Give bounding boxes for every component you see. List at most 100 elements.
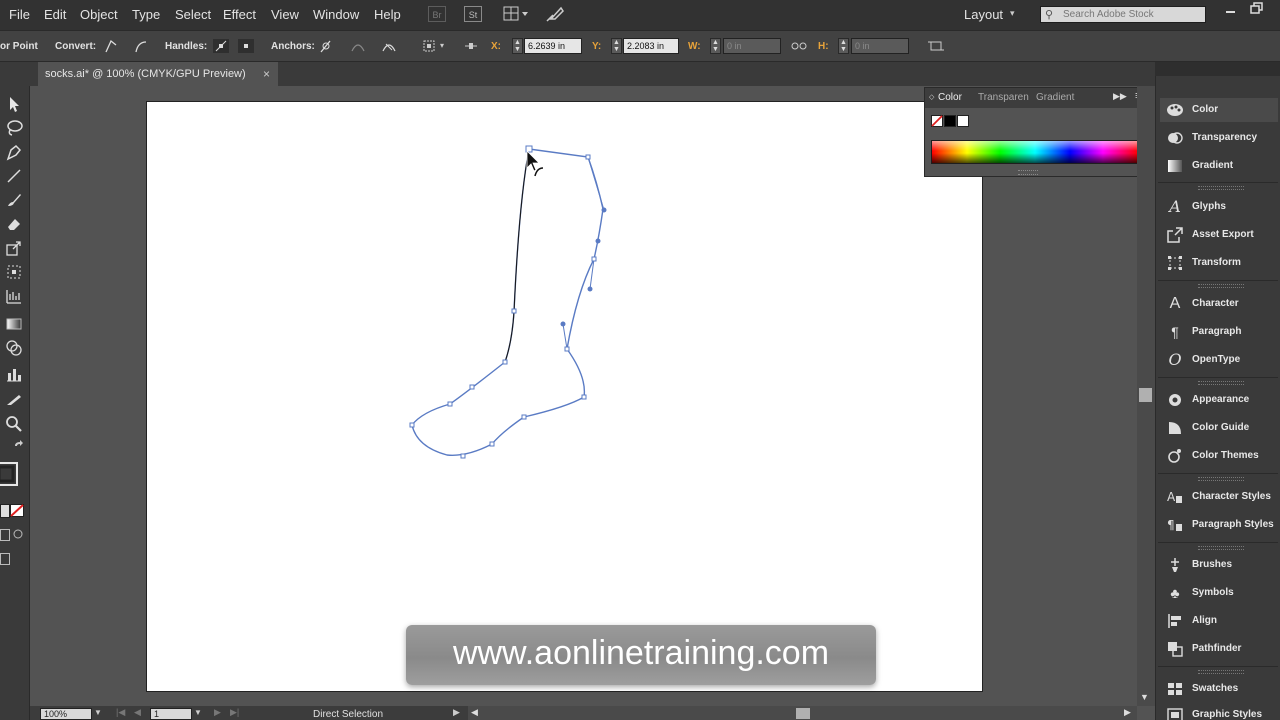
dock-item-transform[interactable]: Transform bbox=[1160, 251, 1278, 275]
paintbrush-tool-icon[interactable] bbox=[4, 190, 24, 210]
tab-color[interactable]: Color bbox=[938, 92, 962, 103]
scroll-right-arrow-icon[interactable]: ▶ bbox=[1124, 707, 1131, 718]
dock-item-opentype[interactable]: O OpenType bbox=[1160, 348, 1278, 372]
graph-perspective-tool-icon[interactable] bbox=[4, 286, 24, 306]
none-color-icon[interactable] bbox=[10, 504, 24, 517]
collapse-arrows-icon[interactable]: ◇ bbox=[929, 93, 934, 101]
menu-help[interactable]: Help bbox=[374, 7, 401, 22]
menu-select[interactable]: Select bbox=[175, 7, 211, 22]
direct-selection-tool-icon[interactable] bbox=[4, 94, 24, 114]
convert-to-corner-icon[interactable] bbox=[103, 39, 119, 53]
dock-item-character[interactable]: A Character bbox=[1160, 292, 1278, 316]
color-spectrum-bar[interactable] bbox=[931, 140, 1139, 164]
dock-item-gradient[interactable]: Gradient bbox=[1160, 154, 1278, 178]
black-swatch[interactable] bbox=[944, 115, 956, 127]
fill-stroke-swatch[interactable] bbox=[0, 462, 20, 488]
y-stepper[interactable]: ▲ ▼ bbox=[611, 38, 622, 54]
w-stepper[interactable]: ▲ ▼ bbox=[710, 38, 721, 54]
screen-mode-icon[interactable] bbox=[0, 553, 10, 565]
gpu-performance-icon[interactable] bbox=[545, 5, 565, 23]
vertical-scroll-thumb[interactable] bbox=[1139, 388, 1152, 402]
anchor-point[interactable] bbox=[564, 346, 570, 352]
dock-item-transparency[interactable]: Transparency bbox=[1160, 126, 1278, 150]
last-artboard-icon[interactable]: ▶| bbox=[230, 707, 239, 718]
dock-item-swatches[interactable]: Swatches bbox=[1160, 677, 1278, 701]
x-stepper[interactable]: ▲ ▼ bbox=[512, 38, 523, 54]
dock-item-color-guide[interactable]: Color Guide bbox=[1160, 416, 1278, 440]
artboard-chevron-down-icon[interactable]: ▼ bbox=[194, 708, 202, 717]
close-tab-icon[interactable]: × bbox=[263, 67, 270, 81]
reference-point-icon[interactable] bbox=[422, 39, 438, 53]
dock-item-color[interactable]: Color bbox=[1160, 98, 1278, 122]
dock-item-brushes[interactable]: Brushes bbox=[1160, 553, 1278, 577]
dock-item-symbols[interactable]: ♣ Symbols bbox=[1160, 581, 1278, 605]
reference-chevron-down-icon[interactable]: ▾ bbox=[440, 41, 444, 50]
anchor-point[interactable] bbox=[502, 359, 508, 365]
menu-window[interactable]: Window bbox=[313, 7, 359, 22]
show-handles-icon[interactable] bbox=[213, 39, 229, 53]
isolate-selection-icon[interactable] bbox=[928, 39, 944, 53]
constrain-proportions-icon[interactable] bbox=[791, 39, 807, 53]
x-field[interactable]: 6.2639 in bbox=[524, 38, 582, 54]
white-swatch[interactable] bbox=[957, 115, 969, 127]
hide-handles-icon[interactable] bbox=[238, 39, 254, 53]
draw-inside-icon[interactable] bbox=[11, 528, 25, 540]
anchor-point[interactable] bbox=[469, 384, 475, 390]
menu-edit[interactable]: Edit bbox=[44, 7, 66, 22]
scroll-left-arrow-icon[interactable]: ◀ bbox=[471, 707, 478, 718]
document-tab[interactable]: socks.ai* @ 100% (CMYK/GPU Preview) × bbox=[38, 62, 278, 86]
shape-builder-tool-icon[interactable] bbox=[4, 338, 24, 358]
restore-icon[interactable] bbox=[1250, 2, 1264, 16]
anchor-point[interactable] bbox=[447, 401, 453, 407]
artboard-number-field[interactable]: 1 bbox=[150, 708, 192, 720]
workspace-switcher[interactable]: Layout bbox=[964, 7, 1003, 22]
lasso-tool-icon[interactable] bbox=[4, 118, 24, 138]
dock-item-align[interactable]: Align bbox=[1160, 609, 1278, 633]
dock-item-glyphs[interactable]: A Glyphs bbox=[1160, 195, 1278, 219]
horizontal-scroll-thumb[interactable] bbox=[796, 708, 810, 719]
anchor-point[interactable] bbox=[521, 414, 527, 420]
slice-tool-icon[interactable] bbox=[4, 390, 24, 410]
dock-item-character-styles[interactable]: A Character Styles bbox=[1160, 485, 1278, 509]
sock-path-artwork[interactable] bbox=[147, 102, 984, 693]
h-stepper[interactable]: ▲ ▼ bbox=[838, 38, 849, 54]
cut-path-icon[interactable] bbox=[381, 39, 397, 53]
minimize-icon[interactable] bbox=[1224, 2, 1238, 16]
stock-icon[interactable]: St bbox=[464, 6, 482, 22]
anchor-point[interactable] bbox=[460, 453, 466, 459]
anchor-point[interactable] bbox=[409, 422, 415, 428]
status-menu-arrow-icon[interactable]: ▶ bbox=[453, 707, 460, 718]
dock-item-paragraph[interactable]: ¶ Paragraph bbox=[1160, 320, 1278, 344]
bridge-icon[interactable]: Br bbox=[428, 6, 446, 22]
anchor-point[interactable] bbox=[585, 154, 591, 160]
color-mode-icon[interactable] bbox=[0, 504, 10, 518]
first-artboard-icon[interactable]: |◀ bbox=[116, 707, 125, 718]
pen-tool-icon[interactable] bbox=[4, 142, 24, 162]
convert-to-smooth-icon[interactable] bbox=[133, 39, 149, 53]
zoom-chevron-down-icon[interactable]: ▼ bbox=[94, 708, 102, 717]
panel-resize-grip-icon[interactable] bbox=[1018, 170, 1038, 175]
arrange-documents-icon[interactable] bbox=[503, 6, 531, 22]
y-field[interactable]: 2.2083 in bbox=[623, 38, 679, 54]
column-graph-tool-icon[interactable] bbox=[4, 364, 24, 384]
anchor-point[interactable] bbox=[489, 441, 495, 447]
dock-item-paragraph-styles[interactable]: ¶ Paragraph Styles bbox=[1160, 513, 1278, 537]
align-options-icon[interactable] bbox=[463, 39, 479, 53]
zoom-tool-icon[interactable] bbox=[4, 414, 24, 434]
connect-anchors-icon[interactable] bbox=[350, 39, 366, 53]
previous-artboard-icon[interactable]: ◀ bbox=[134, 707, 141, 718]
zoom-level-field[interactable]: 100% bbox=[40, 708, 92, 720]
dock-item-color-themes[interactable]: Color Themes bbox=[1160, 444, 1278, 468]
tab-gradient[interactable]: Gradient bbox=[1036, 92, 1074, 103]
menu-view[interactable]: View bbox=[271, 7, 299, 22]
menu-object[interactable]: Object bbox=[80, 7, 118, 22]
scroll-down-arrow-icon[interactable]: ▼ bbox=[1140, 692, 1149, 702]
artboard[interactable] bbox=[146, 101, 983, 692]
anchor-point[interactable] bbox=[581, 394, 587, 400]
dock-item-asset-export[interactable]: Asset Export bbox=[1160, 223, 1278, 247]
handle-point[interactable] bbox=[560, 321, 566, 327]
eraser-tool-icon[interactable] bbox=[4, 214, 24, 234]
line-tool-icon[interactable] bbox=[4, 166, 24, 186]
handle-point[interactable] bbox=[587, 286, 593, 292]
gradient-tool-icon[interactable] bbox=[4, 314, 24, 334]
